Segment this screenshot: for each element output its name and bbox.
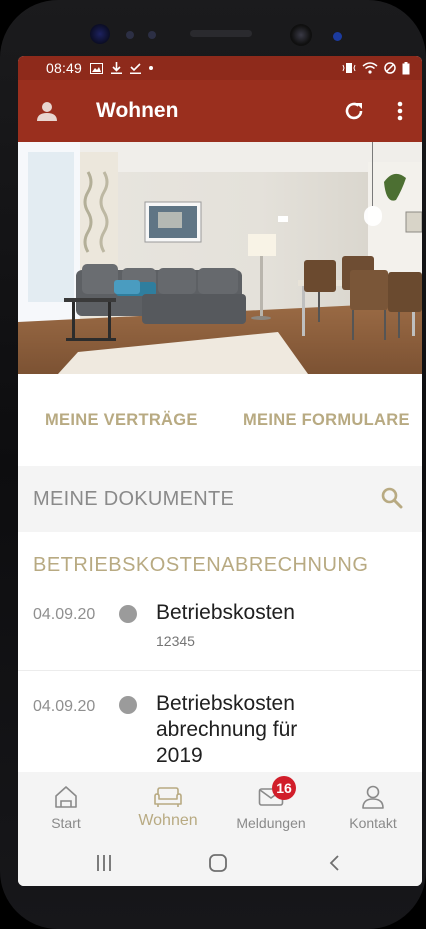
home-nav-icon [209, 854, 227, 872]
tabs-row: MEINE VERTRÄGE MEINE FORMULARE [18, 374, 422, 466]
status-bar: 08:49 [18, 56, 422, 80]
check-download-icon [130, 63, 142, 74]
block-icon [384, 62, 396, 74]
image-icon [90, 62, 104, 74]
search-button[interactable] [380, 486, 406, 512]
back-icon [329, 855, 339, 871]
wifi-icon [362, 62, 378, 74]
document-row[interactable]: 04.09.20 Betriebskosten 12345 [18, 596, 422, 670]
more-vert-icon [397, 101, 403, 121]
document-title-line: 2019 [156, 744, 203, 767]
home-button[interactable] [206, 850, 230, 876]
document-title-line: Betriebskosten [156, 692, 295, 715]
screen: 08:49 Wohnen MEINE VERTRÄGE MEINE FORMUL… [18, 56, 422, 886]
documents-header-label: MEINE DOKUMENTE [33, 487, 235, 510]
front-camera-left [90, 24, 110, 44]
nav-start[interactable]: Start [36, 772, 96, 840]
dot-icon [149, 66, 154, 70]
document-title-line: abrechnung für [156, 718, 298, 741]
recents-button[interactable] [92, 850, 116, 876]
status-time: 08:49 [46, 60, 83, 76]
status-right-icons [342, 61, 410, 75]
account-icon [37, 102, 57, 121]
refresh-button[interactable] [340, 97, 368, 125]
front-camera [290, 24, 312, 46]
tab-meine-vertraege[interactable]: MEINE VERTRÄGE [45, 411, 198, 430]
document-date: 04.09.20 [33, 698, 96, 715]
nav-label: Wohnen [138, 812, 198, 829]
page-title: Wohnen [96, 99, 179, 122]
system-navigation-bar [18, 840, 422, 886]
download-icon [111, 62, 123, 74]
account-button[interactable] [18, 100, 76, 122]
search-icon [381, 487, 403, 509]
nav-label: Kontakt [349, 815, 397, 831]
sensor-dot [148, 31, 156, 39]
section-title: BETRIEBSKOSTENABRECHNUNG [33, 554, 369, 576]
document-row[interactable]: 04.09.20 Betriebskosten abrechnung für 2… [18, 671, 422, 772]
earpiece [190, 30, 252, 37]
tab-meine-formulare[interactable]: MEINE FORMULARE [243, 411, 410, 430]
status-dot [119, 605, 137, 623]
phone-top-bezel [0, 0, 426, 60]
sensor-dot [333, 32, 342, 41]
documents-header: MEINE DOKUMENTE [18, 466, 422, 532]
recents-icon [97, 855, 111, 871]
sensor-dot [126, 31, 134, 39]
nav-meldungen[interactable]: 16 Meldungen [231, 772, 311, 840]
sofa-icon [154, 787, 182, 807]
nav-label: Meldungen [236, 815, 306, 831]
back-button[interactable] [322, 850, 346, 876]
status-dot [119, 696, 137, 714]
vibrate-icon [342, 63, 356, 73]
overflow-menu-button[interactable] [388, 97, 412, 125]
battery-icon [402, 61, 410, 74]
document-title: Betriebskosten [156, 601, 295, 624]
document-date: 04.09.20 [33, 606, 96, 623]
refresh-icon [345, 102, 363, 120]
document-subtitle: 12345 [156, 633, 195, 649]
hero-image [18, 142, 422, 374]
person-icon [362, 785, 384, 809]
phone-frame: 08:49 Wohnen MEINE VERTRÄGE MEINE FORMUL… [0, 0, 426, 929]
nav-label: Start [51, 815, 81, 831]
nav-wohnen[interactable]: Wohnen [133, 772, 203, 840]
nav-kontakt[interactable]: Kontakt [343, 772, 403, 840]
notification-badge: 16 [272, 776, 296, 800]
living-room-photo [18, 142, 422, 374]
home-icon [55, 786, 77, 808]
app-bar: Wohnen [18, 80, 422, 142]
bottom-navigation: Start Wohnen 16 Meldungen Kontakt [18, 772, 422, 840]
status-left-icons [90, 62, 154, 74]
